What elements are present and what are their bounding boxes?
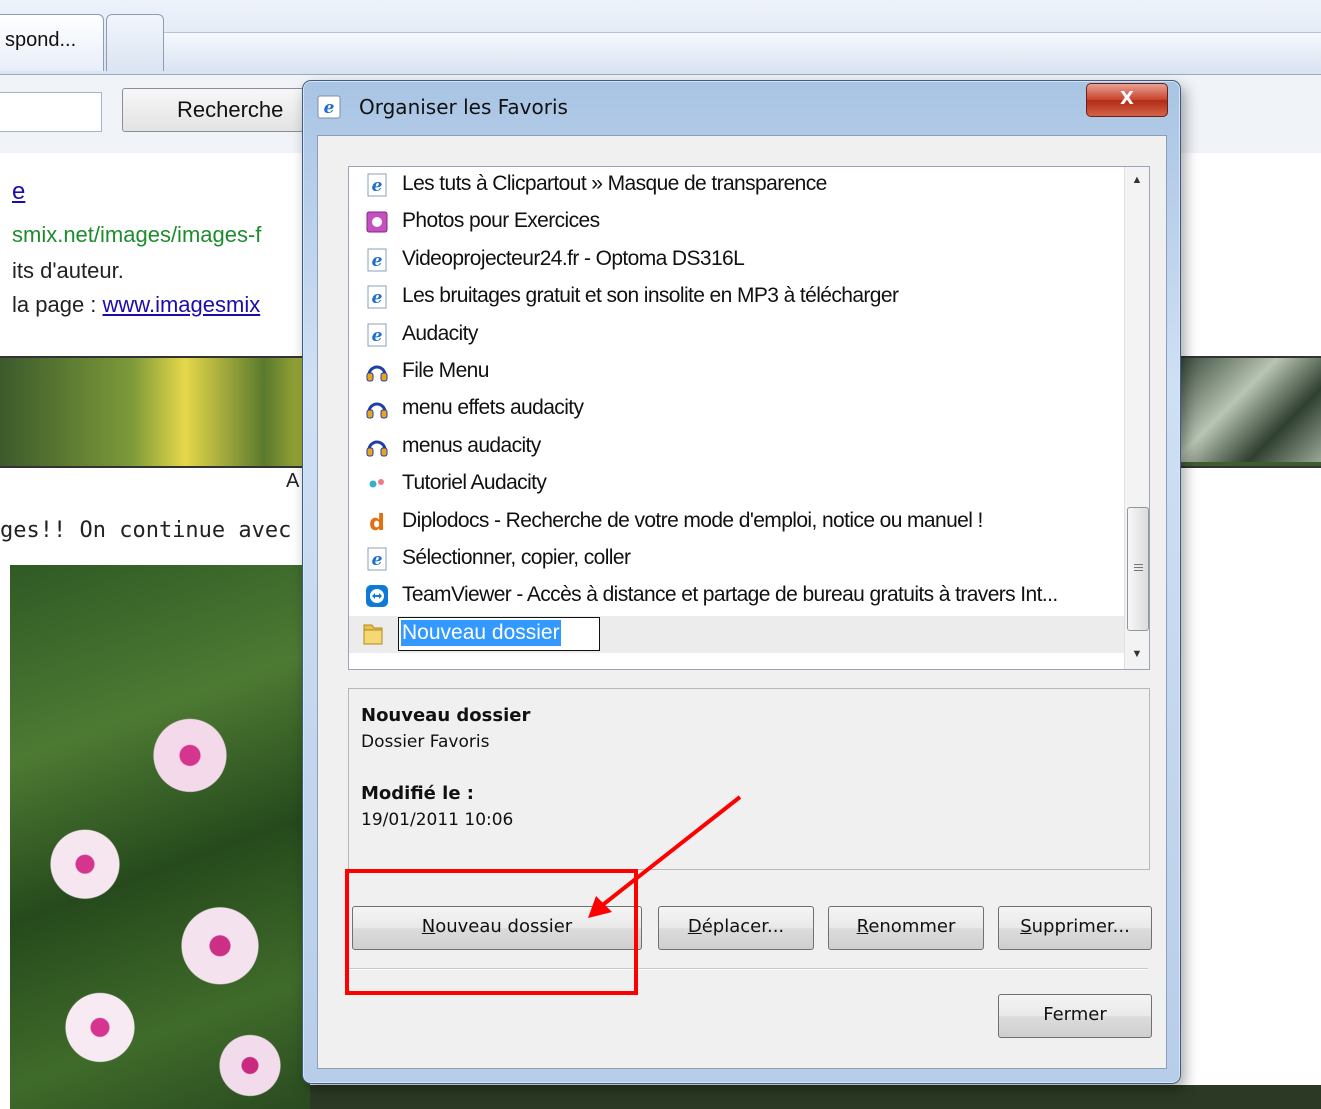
list-item-label: File Menu — [402, 359, 489, 382]
list-item-label: Diplodocs - Recherche de votre mode d'em… — [402, 508, 983, 532]
move-button[interactable]: Déplacer... — [658, 906, 814, 950]
list-item-label: menus audacity — [402, 433, 541, 457]
list-item[interactable]: e Les tuts à Clicpartout » Masque de tran… — [349, 167, 1125, 204]
favorites-list[interactable]: e Les tuts à Clicpartout » Masque de tran… — [348, 166, 1150, 670]
button-label: éplacer... — [701, 916, 785, 937]
list-item[interactable]: e Les bruitages gratuit et son insolite e… — [349, 279, 1125, 316]
list-item[interactable]: TeamViewer - Accès à distance et partage… — [349, 578, 1125, 615]
svg-text:e: e — [372, 550, 383, 570]
svg-text:e: e — [372, 326, 383, 346]
page-link[interactable]: www.imagesmix — [103, 292, 261, 317]
dialog-title: Organiser les Favoris — [359, 95, 568, 119]
list-item[interactable]: Photos pour Exercices — [349, 204, 1125, 241]
phlox-flowers-image — [10, 565, 310, 1109]
dots-icon — [369, 479, 384, 488]
tab-strip — [162, 32, 1321, 67]
button-label: upprimer... — [1031, 916, 1130, 937]
bottom-image — [310, 1085, 1321, 1109]
ie-page-icon: e — [367, 173, 387, 197]
search-button[interactable]: Recherche — [122, 88, 324, 132]
ie-page-icon: e — [367, 248, 387, 272]
button-label: enommer — [868, 916, 956, 937]
close-button[interactable]: Fermer — [998, 994, 1152, 1038]
rename-button[interactable]: Renommer — [828, 906, 984, 950]
banner-right-image — [1180, 358, 1321, 462]
result-title-link[interactable]: e — [12, 178, 25, 206]
rename-field[interactable]: Nouveau dossier — [398, 617, 600, 651]
details-type: Dossier Favoris — [361, 732, 490, 752]
modified-label: Modifié le : — [361, 783, 474, 804]
scroll-down-icon[interactable]: ▼ — [1125, 643, 1149, 665]
svg-text:e: e — [372, 176, 383, 196]
list-item-label: Photos pour Exercices — [402, 209, 600, 233]
page-prefix: la page : — [12, 292, 103, 317]
list-item-label: menu effets audacity — [402, 396, 584, 420]
list-item-label: Tutoriel Audacity — [402, 471, 547, 495]
scroll-thumb[interactable] — [1127, 507, 1149, 631]
browser-tab-title: spond... — [5, 29, 77, 51]
list-item[interactable]: File Menu — [349, 354, 1125, 391]
delete-button[interactable]: Supprimer... — [998, 906, 1152, 950]
browser-tab-bar: spond... — [0, 0, 1321, 75]
list-item[interactable]: Tutoriel Audacity — [349, 466, 1125, 503]
list-item-label: Sélectionner, copier, coller — [402, 546, 631, 569]
close-icon[interactable]: X — [1086, 83, 1168, 117]
ie-logo-icon: e — [317, 95, 341, 119]
rename-field-text: Nouveau dossier — [401, 620, 561, 646]
headphones-icon — [366, 440, 388, 457]
page-body-text: ges!! On continue avec — [0, 518, 292, 543]
search-button-label: Recherche — [177, 97, 284, 122]
list-item-label: Les bruitages gratuit et son insolite en… — [402, 284, 899, 308]
headphones-icon — [366, 365, 388, 382]
list-item[interactable]: e Videoprojecteur24.fr - Optoma DS316L — [349, 242, 1125, 279]
list-item-new-folder[interactable]: Nouveau dossier — [349, 616, 1125, 653]
list-item[interactable]: e Sélectionner, copier, coller — [349, 541, 1125, 578]
banner-caption: A — [286, 470, 300, 492]
teamviewer-icon — [366, 585, 388, 608]
svg-text:e: e — [372, 251, 383, 271]
list-item-label: TeamViewer - Accès à distance et partage… — [402, 583, 1058, 607]
ie-page-icon: e — [367, 323, 387, 347]
ie-page-icon: e — [367, 547, 387, 571]
modified-value: 19/01/2011 10:06 — [361, 810, 514, 830]
details-panel: Nouveau dossier Dossier Favoris Modifié … — [348, 688, 1150, 870]
list-item[interactable]: d Diplodocs - Recherche de votre mode d'e… — [349, 504, 1125, 541]
list-item-label: Videoprojecteur24.fr - Optoma DS316L — [402, 246, 745, 270]
list-scrollbar[interactable]: ▲ ▼ — [1124, 167, 1149, 669]
new-tab-button[interactable] — [106, 14, 164, 71]
svg-text:e: e — [324, 98, 335, 118]
result-url: smix.net/images/images-f — [12, 222, 262, 247]
list-item[interactable]: menu effets audacity — [349, 391, 1125, 428]
list-item-label: Audacity — [402, 321, 478, 345]
list-item[interactable]: menus audacity — [349, 429, 1125, 466]
mnemonic: D — [687, 916, 702, 937]
highlight-annotation-box — [345, 869, 638, 995]
headphones-icon — [366, 402, 388, 419]
page-reference: la page : www.imagesmix — [12, 292, 260, 318]
rights-text: its d'auteur. — [12, 258, 124, 283]
browser-tab[interactable]: spond... — [0, 14, 104, 71]
search-input[interactable] — [0, 92, 102, 132]
ie-page-icon: e — [367, 285, 387, 309]
svg-text:d: d — [369, 511, 385, 534]
grip-icon — [1134, 564, 1143, 572]
svg-text:e: e — [372, 288, 383, 308]
mnemonic: R — [856, 916, 869, 937]
list-item[interactable]: e Audacity — [349, 317, 1125, 354]
list-item-label: Les tuts à Clicpartout » Masque de trans… — [402, 172, 827, 195]
mnemonic: S — [1020, 916, 1032, 937]
d-letter-icon: d — [369, 511, 385, 534]
folder-icon — [363, 624, 383, 645]
photo-icon — [366, 211, 388, 233]
scroll-up-icon[interactable]: ▲ — [1125, 169, 1149, 191]
details-name: Nouveau dossier — [361, 705, 531, 726]
